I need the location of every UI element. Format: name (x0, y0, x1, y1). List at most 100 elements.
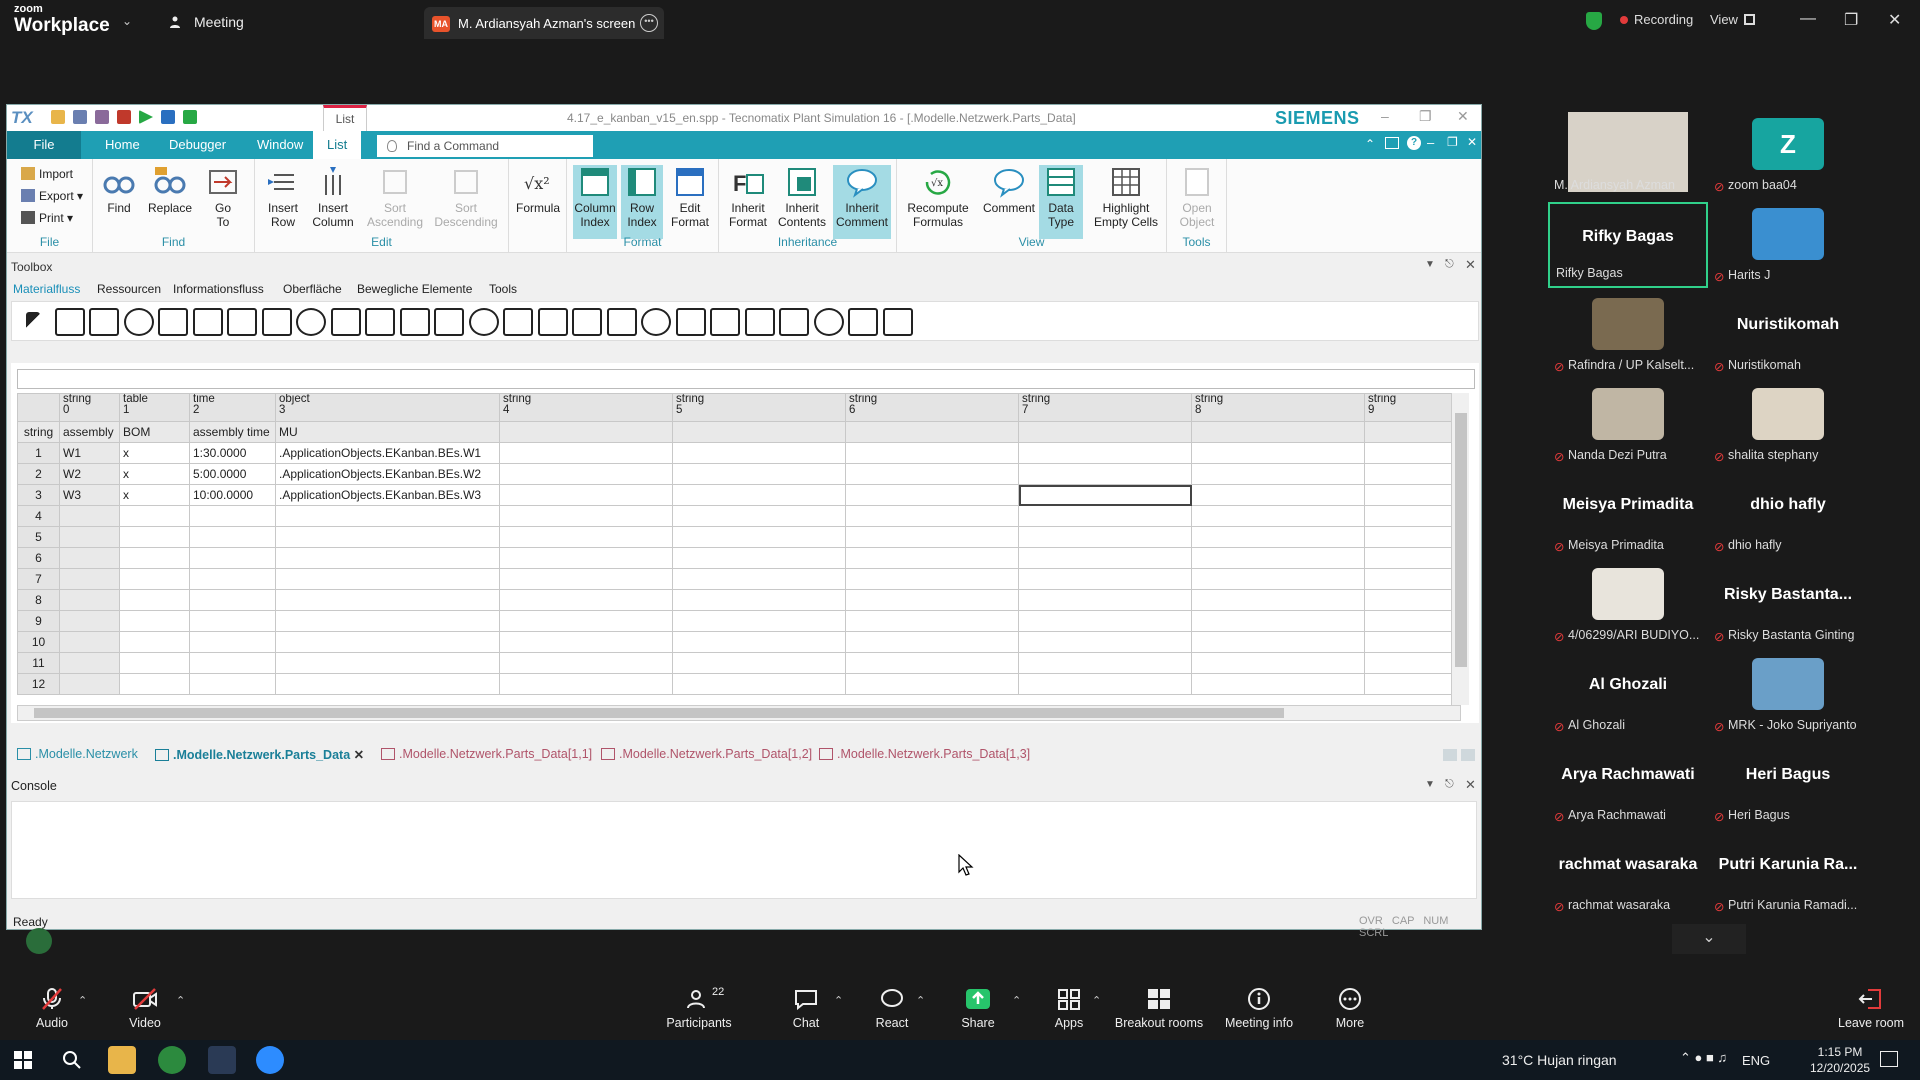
table-cell[interactable]: .ApplicationObjects.EKanban.BEs.W2 (275, 463, 500, 485)
column-header[interactable]: string 9 (1364, 393, 1465, 422)
table-cell[interactable] (275, 505, 500, 527)
corner-cell[interactable] (17, 393, 60, 422)
assembly-icon[interactable] (296, 308, 326, 336)
table-cell[interactable] (189, 547, 276, 569)
table-cell[interactable] (59, 526, 120, 548)
scroll-thumb[interactable] (1455, 413, 1467, 667)
document-tab[interactable]: .Modelle.Netzwerk (17, 747, 138, 761)
sort-ascending-button[interactable]: Sort Ascending (363, 165, 427, 229)
participant-tile[interactable]: ⊘ Harits J (1708, 202, 1868, 288)
column-index-button[interactable]: Column Index (573, 165, 617, 239)
menu-file[interactable]: File (7, 131, 81, 159)
event-controller-icon[interactable] (89, 308, 119, 336)
tab-oberflaeche[interactable]: Oberfläche (283, 282, 342, 296)
table-cell[interactable] (275, 610, 500, 632)
chat-options-caret[interactable]: ⌃ (834, 994, 843, 1007)
table-cell[interactable] (59, 610, 120, 632)
table-cell[interactable] (672, 463, 846, 485)
table-cell[interactable] (275, 547, 500, 569)
view-button[interactable]: View (1710, 12, 1738, 27)
row-header[interactable]: 1 (17, 442, 60, 464)
fast-forward-icon[interactable] (161, 110, 175, 124)
document-tab[interactable]: .Modelle.Netzwerk.Parts_Data[1,1] (381, 747, 592, 761)
find-command-input[interactable]: Find a Command (377, 135, 593, 157)
table-cell[interactable] (499, 631, 673, 653)
turnplate-icon[interactable] (606, 308, 637, 336)
row-header[interactable]: 12 (17, 673, 60, 695)
close-icon[interactable]: ✕ (1465, 257, 1476, 273)
table-cell[interactable] (672, 484, 846, 506)
column-header[interactable]: string 7 (1018, 393, 1192, 422)
table-cell[interactable] (499, 652, 673, 674)
turntable-icon[interactable] (572, 308, 602, 336)
crane-icon[interactable] (779, 308, 809, 336)
table-cell[interactable] (275, 526, 500, 548)
table-cell[interactable] (845, 505, 1019, 527)
table-cell[interactable] (499, 442, 673, 464)
replace-button[interactable]: Replace (145, 165, 195, 215)
table-cell[interactable] (59, 673, 120, 695)
row-index-button[interactable]: Row Index (621, 165, 663, 239)
tab-ressourcen[interactable]: Ressourcen (97, 282, 161, 296)
recompute-formulas-button[interactable]: √x Recompute Formulas (903, 165, 973, 229)
export-button[interactable]: Export ▾ (21, 189, 83, 203)
tab-materialfluss[interactable]: Materialfluss (13, 282, 80, 296)
table-cell[interactable] (845, 526, 1019, 548)
column-header[interactable]: time 2 (189, 393, 276, 422)
apps-options-caret[interactable]: ⌃ (1092, 994, 1101, 1007)
table-cell[interactable] (1018, 484, 1192, 506)
table-cell[interactable]: W2 (59, 463, 120, 485)
table-cell[interactable] (1191, 526, 1365, 548)
table-cell[interactable] (845, 547, 1019, 569)
table-cell[interactable]: .ApplicationObjects.EKanban.BEs.W3 (275, 484, 500, 506)
participant-tile[interactable]: ⊘ MRK - Joko Supriyanto (1708, 652, 1868, 738)
type-cell[interactable]: MU (275, 421, 500, 443)
participant-tile[interactable]: Heri Bagus ⊘ Heri Bagus (1708, 742, 1868, 828)
angular-converter-icon[interactable] (641, 308, 671, 336)
meeting-info-button[interactable]: Meeting info (1222, 988, 1296, 1030)
table-cell[interactable] (59, 547, 120, 569)
import-button[interactable]: Import (21, 167, 73, 181)
window-layout-icon[interactable] (1385, 137, 1399, 149)
type-cell[interactable] (672, 421, 846, 443)
participant-tile[interactable]: M. Ardiansyah Azman (1548, 112, 1708, 198)
row-header[interactable]: 7 (17, 568, 60, 590)
notifications-icon[interactable] (1880, 1051, 1898, 1067)
table-cell[interactable] (845, 484, 1019, 506)
type-cell[interactable] (845, 421, 1019, 443)
table-cell[interactable] (672, 673, 846, 695)
table-cell[interactable] (1018, 505, 1192, 527)
formula-button[interactable]: √x² Formula (513, 165, 563, 215)
network-icon[interactable] (848, 308, 878, 336)
table-cell[interactable] (499, 505, 673, 527)
table-cell[interactable] (672, 589, 846, 611)
open-object-button[interactable]: Open Object (1173, 165, 1221, 229)
table-cell[interactable] (499, 568, 673, 590)
table-cell[interactable] (1364, 463, 1465, 485)
document-tab[interactable]: .Modelle.Netzwerk.Parts_Data ✕ (155, 747, 364, 762)
row-header[interactable]: 8 (17, 589, 60, 611)
table-cell[interactable] (189, 631, 276, 653)
table-cell[interactable] (1018, 526, 1192, 548)
table-cell[interactable] (672, 652, 846, 674)
table-cell[interactable] (119, 631, 190, 653)
table-cell[interactable] (189, 610, 276, 632)
audio-options-caret[interactable]: ⌃ (78, 994, 87, 1007)
app-icon[interactable] (208, 1046, 236, 1074)
inherit-contents-button[interactable]: Inherit Contents (775, 165, 829, 229)
participant-tile[interactable]: Rifky Bagas Rifky Bagas (1548, 202, 1708, 288)
line-icon[interactable] (468, 308, 499, 336)
react-options-caret[interactable]: ⌃ (916, 994, 925, 1007)
tree-icon[interactable] (813, 308, 844, 336)
chevron-down-icon[interactable]: ⌄ (122, 14, 132, 28)
console-output[interactable] (11, 801, 1477, 899)
chevron-down-icon[interactable]: ⌄ (1672, 924, 1746, 954)
table-cell[interactable] (499, 589, 673, 611)
go-to-button[interactable]: Go To (203, 165, 243, 229)
apps-button[interactable]: Apps (1050, 988, 1088, 1030)
pin-icon[interactable]: ⎋ (1445, 258, 1454, 271)
participant-tile[interactable]: ⊘ Rafindra / UP Kalselt... (1548, 292, 1708, 378)
conveyor-icon[interactable] (503, 308, 533, 336)
table-cell[interactable] (1191, 673, 1365, 695)
type-cell[interactable]: assembly (59, 421, 120, 443)
